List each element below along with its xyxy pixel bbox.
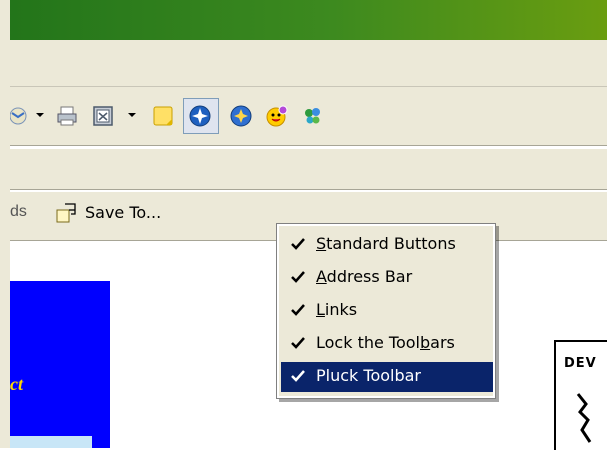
pluck-icon[interactable] — [189, 105, 211, 127]
address-bar-area — [10, 149, 607, 189]
dev-card: DEV — [554, 340, 607, 450]
dev-card-text: DEV — [564, 356, 597, 371]
menu-item-address-bar[interactable]: Address Bar — [281, 263, 493, 293]
banner-light-strip — [10, 436, 92, 448]
menu-bar — [10, 40, 607, 87]
menu-item-links[interactable]: Links — [281, 296, 493, 326]
edit-icon[interactable] — [92, 105, 114, 127]
checkmark-icon — [291, 304, 305, 316]
pluck-refresh-icon[interactable] — [230, 105, 252, 127]
print-icon[interactable] — [56, 105, 78, 127]
checkmark-icon — [291, 337, 305, 349]
checkmark-icon — [291, 271, 305, 283]
menu-item-standard-buttons[interactable]: Standard Buttons — [281, 230, 493, 260]
menu-item-pluck-toolbar[interactable]: Pluck Toolbar — [281, 362, 493, 392]
save-to-label: Save To... — [85, 203, 162, 222]
note-icon[interactable] — [152, 105, 174, 127]
menu-item-label: Standard Buttons — [316, 234, 456, 253]
messenger-icon[interactable] — [266, 105, 288, 127]
checkmark-icon — [291, 238, 305, 250]
blue-banner: ct — [10, 281, 110, 448]
mail-dropdown-arrow[interactable] — [36, 113, 44, 117]
menu-item-lock-toolbars[interactable]: Lock the Toolbars — [281, 329, 493, 359]
mail-icon[interactable] — [10, 105, 32, 127]
menu-item-label: Lock the Toolbars — [316, 333, 455, 352]
menu-item-label: Address Bar — [316, 267, 413, 286]
context-menu-body: Standard Buttons Address Bar Links Lock … — [279, 226, 493, 396]
checkmark-icon — [291, 370, 305, 382]
title-bar — [0, 0, 607, 40]
edit-dropdown-arrow[interactable] — [128, 113, 136, 117]
save-to-icon — [56, 203, 76, 223]
toolbar-context-menu: Standard Buttons Address Bar Links Lock … — [276, 223, 496, 399]
banner-text: ct — [10, 374, 23, 394]
butterfly-icon[interactable] — [302, 105, 324, 127]
window-left-edge — [0, 0, 10, 448]
menu-item-label: Links — [316, 300, 358, 319]
seal-graphic-icon — [576, 393, 592, 443]
menu-item-label: Pluck Toolbar — [316, 366, 421, 385]
links-truncated-text: ds — [10, 203, 27, 220]
